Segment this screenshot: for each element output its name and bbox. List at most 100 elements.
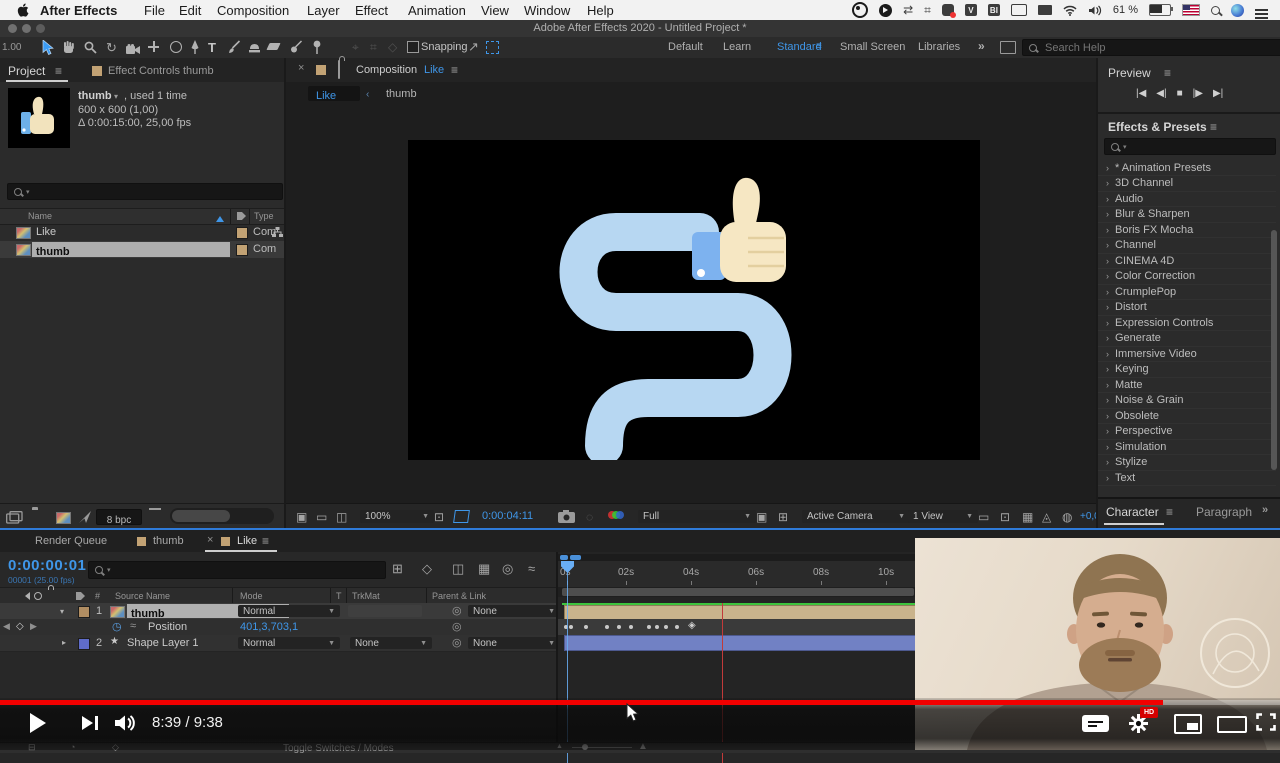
channel-icon[interactable]: ◫ <box>336 511 347 523</box>
column-mode[interactable]: Mode <box>240 591 263 601</box>
keyframe-dot[interactable] <box>605 625 609 629</box>
comp-mini-flowchart-icon[interactable]: ⊞ <box>392 562 403 575</box>
effects-category[interactable]: ›Noise & Grain <box>1098 393 1276 409</box>
layer-bar-shape[interactable] <box>564 635 918 651</box>
label-column-icon[interactable] <box>76 592 85 600</box>
thumbnail-size-slider[interactable] <box>170 508 274 524</box>
property-label[interactable]: Position <box>148 621 187 633</box>
timeline-search-field[interactable]: ▾ <box>88 561 386 579</box>
timeline-search-input[interactable] <box>115 563 349 577</box>
play-button[interactable] <box>30 713 46 733</box>
work-area-bar[interactable] <box>562 588 914 596</box>
timeline-panel-menu-icon[interactable]: ≡ <box>262 535 269 547</box>
effects-category[interactable]: ›Audio <box>1098 191 1276 207</box>
keyframe-dot[interactable] <box>675 625 679 629</box>
position-property-row[interactable]: ◀ ◇ ▶ ◷ ≈ Position 401,3,703,1 ◎ <box>0 619 556 636</box>
layer-label-swatch[interactable] <box>78 638 90 650</box>
effects-category[interactable]: ›Simulation <box>1098 439 1276 455</box>
project-row-thumb[interactable]: thumb Com <box>0 241 284 258</box>
show-snapshot-icon[interactable]: ◌ <box>586 511 593 523</box>
effects-category[interactable]: ›Stylize <box>1098 455 1276 471</box>
tab-thumb[interactable]: thumb <box>153 535 184 547</box>
volume-button[interactable] <box>114 714 138 732</box>
shape-tool-icon[interactable] <box>170 41 182 53</box>
graph-editor-icon[interactable]: ≈ <box>528 562 535 575</box>
effects-panel-title[interactable]: Effects & Presets <box>1108 120 1207 134</box>
snap-arrow-icon[interactable]: ↗ <box>468 40 479 53</box>
layer-row-shape[interactable]: ▸ 2 ★ Shape Layer 1 Normal▼ None▼ ◎ None… <box>0 635 556 652</box>
messenger-icon[interactable]: V <box>965 4 977 16</box>
preview-panel-title[interactable]: Preview <box>1108 66 1151 80</box>
effects-category[interactable]: ›CrumplePop <box>1098 284 1276 300</box>
motion-blur-icon[interactable]: ◎ <box>502 562 513 575</box>
roto-brush-tool-icon[interactable] <box>290 40 303 59</box>
call-badge-icon[interactable] <box>942 4 954 16</box>
next-video-button[interactable] <box>82 716 93 730</box>
effects-category[interactable]: ›Blur & Sharpen <box>1098 207 1276 223</box>
window-close-button[interactable] <box>8 24 17 33</box>
menu-file[interactable]: File <box>144 3 165 18</box>
new-composition-icon[interactable] <box>56 512 71 524</box>
fullscreen-button[interactable] <box>1256 713 1276 731</box>
blend-mode-dropdown[interactable]: Normal▼ <box>238 605 340 617</box>
effects-category[interactable]: ›* Animation Presets <box>1098 160 1276 176</box>
wifi-icon[interactable] <box>1063 5 1077 16</box>
project-row-like[interactable]: Like Com <box>0 224 284 241</box>
column-source-name[interactable]: Source Name <box>115 591 170 601</box>
project-search-field[interactable]: ▾ <box>7 183 283 200</box>
solo-column-icon[interactable] <box>34 592 42 600</box>
always-preview-icon[interactable]: ▣ <box>296 511 307 523</box>
menu-animation[interactable]: Animation <box>408 3 466 18</box>
view-axis-mode-icon[interactable]: ◇ <box>388 41 397 53</box>
notification-center-icon[interactable] <box>1255 9 1268 11</box>
keyframe-diamond[interactable]: ◈ <box>688 620 696 631</box>
layer-label-swatch[interactable] <box>78 606 90 618</box>
draft-3d-icon[interactable]: ◇ <box>422 562 432 575</box>
previous-keyframe-icon[interactable]: ◀ <box>3 621 10 632</box>
zoom-tool-icon[interactable] <box>84 41 97 59</box>
workspace-overflow-chevron[interactable]: » <box>978 39 985 53</box>
workspace-switcher-icon[interactable] <box>1000 41 1016 54</box>
menu-view[interactable]: View <box>481 3 509 18</box>
collapse-caret-icon[interactable]: ▸ <box>62 638 66 647</box>
layer-name[interactable]: Shape Layer 1 <box>127 637 199 649</box>
tab-project[interactable]: Project <box>8 64 45 78</box>
column-type[interactable]: Type <box>254 211 274 221</box>
project-item-name[interactable]: thumb <box>78 90 112 102</box>
brush-tool-icon[interactable] <box>228 40 241 59</box>
comp-tab-label[interactable]: Composition <box>356 64 417 76</box>
keyframe-dot[interactable] <box>569 625 573 629</box>
pickwhip-icon[interactable]: ◎ <box>452 636 462 649</box>
column-trkmat[interactable]: TrkMat <box>352 591 380 601</box>
tab-like[interactable]: Like <box>237 535 257 547</box>
effects-panel-menu-icon[interactable]: ≡ <box>1210 121 1217 133</box>
property-graph-icon[interactable]: ≈ <box>130 620 136 632</box>
siri-icon[interactable] <box>1231 4 1244 17</box>
menu-layer[interactable]: Layer <box>307 3 340 18</box>
effects-category[interactable]: ›Matte <box>1098 377 1276 393</box>
menubar-app-name[interactable]: After Effects <box>40 3 117 18</box>
first-frame-button[interactable]: |◀ <box>1136 88 1146 99</box>
hand-tool-icon[interactable] <box>62 41 75 59</box>
workspace-standard[interactable]: Standard <box>777 41 822 53</box>
lock-icon[interactable] <box>338 60 340 79</box>
label-column-icon[interactable] <box>237 212 246 220</box>
magnification-dropdown[interactable]: 100%▼ <box>360 510 434 523</box>
clone-stamp-tool-icon[interactable] <box>248 41 261 59</box>
mask-visibility-icon[interactable] <box>453 510 470 523</box>
effects-category[interactable]: ›Keying <box>1098 362 1276 378</box>
puppet-pin-tool-icon[interactable] <box>312 40 322 60</box>
adjustment-icon[interactable] <box>78 510 92 524</box>
add-keyframe-icon[interactable]: ◇ <box>16 621 24 632</box>
camera-dropdown[interactable]: Active Camera▼ <box>802 510 910 523</box>
keyframe-dot[interactable] <box>655 625 659 629</box>
last-frame-button[interactable]: ▶| <box>1213 88 1223 99</box>
resolution-dropdown[interactable]: Full▼ <box>638 510 756 523</box>
pickwhip-icon[interactable]: ◎ <box>452 620 462 633</box>
gesture-icon[interactable]: ⌗ <box>924 3 931 18</box>
input-language-flag-icon[interactable] <box>1182 4 1200 16</box>
world-axis-mode-icon[interactable]: ⌗ <box>370 41 377 53</box>
keyframe-dot[interactable] <box>664 625 668 629</box>
effects-category[interactable]: ›Channel <box>1098 238 1276 254</box>
workspace-standard-menu-icon[interactable]: ≡ <box>816 41 822 52</box>
